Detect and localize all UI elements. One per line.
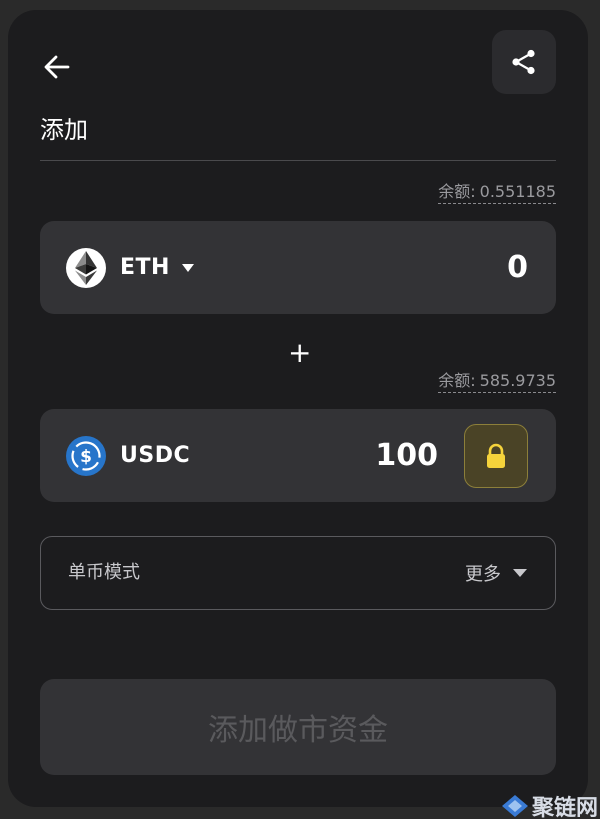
token-a-amount-input[interactable]: 0 <box>328 221 528 314</box>
svg-text:$: $ <box>80 447 92 467</box>
share-button[interactable] <box>492 30 556 94</box>
lock-icon <box>487 443 505 468</box>
plus-sign: + <box>288 336 312 369</box>
token-b-selector[interactable]: $ USDC <box>66 409 190 502</box>
usdc-icon: $ <box>66 435 106 476</box>
balance-value: 0.551185 <box>479 182 556 201</box>
title-divider <box>40 160 556 161</box>
chevron-down-icon <box>513 569 527 577</box>
arrow-left-icon <box>44 55 70 79</box>
add-liquidity-panel: 添加 余额: 0.551185 ETH 0 + 余额: 585.9735 $ U… <box>8 10 588 807</box>
more-label: 更多 <box>465 564 501 585</box>
usdc-balance[interactable]: 余额: 585.9735 <box>438 367 556 393</box>
token-a-selector[interactable]: ETH <box>66 221 194 314</box>
token-b-row: $ USDC 100 <box>40 409 556 502</box>
add-liquidity-button[interactable]: 添加做市资金 <box>40 679 556 775</box>
lock-button[interactable] <box>464 424 528 488</box>
balance-label: 余额: <box>438 371 476 390</box>
balance-value: 585.9735 <box>479 371 556 390</box>
page-title: 添加 <box>40 116 88 144</box>
watermark-text: 聚链网 <box>531 795 598 819</box>
token-b-symbol: USDC <box>120 443 191 468</box>
ethereum-icon <box>66 247 106 288</box>
token-a-symbol: ETH <box>120 255 170 280</box>
share-icon <box>512 49 535 75</box>
token-b-amount-input[interactable]: 100 <box>238 409 438 502</box>
chevron-down-icon <box>181 263 194 272</box>
watermark-logo-icon <box>501 795 528 817</box>
more-dropdown[interactable]: 更多 <box>465 537 527 609</box>
token-a-row: ETH 0 <box>40 221 556 314</box>
back-button[interactable] <box>40 50 74 84</box>
balance-label: 余额: <box>438 182 476 201</box>
single-token-mode-label: 单币模式 <box>68 562 140 583</box>
mode-selector: 单币模式 更多 <box>40 536 556 610</box>
eth-balance[interactable]: 余额: 0.551185 <box>438 178 556 204</box>
watermark: 聚链网 <box>501 793 598 819</box>
